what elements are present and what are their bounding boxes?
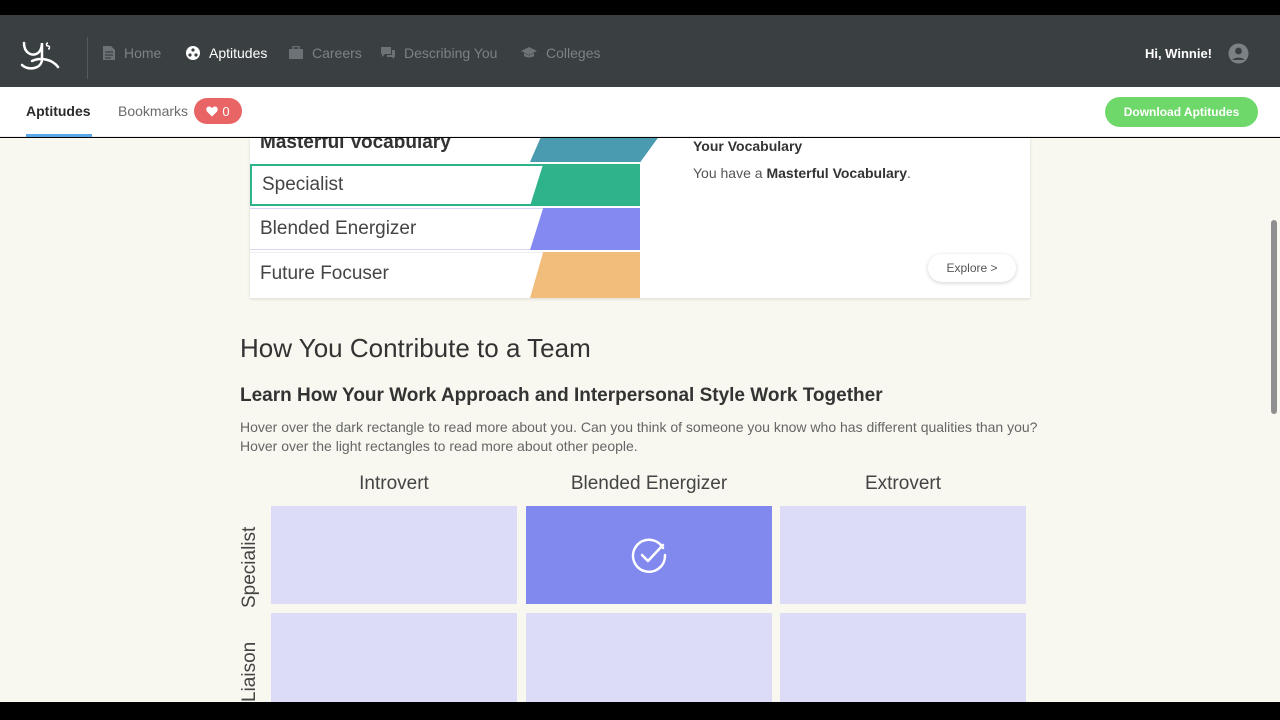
aptitude-label: Specialist [262, 174, 344, 195]
graduation-cap-icon [521, 47, 537, 58]
grid-cell[interactable] [780, 613, 1026, 702]
bookmark-count-badge[interactable]: 0 [194, 98, 242, 124]
nav-home-label: Home [124, 45, 162, 61]
aptitude-label: Future Focuser [260, 262, 389, 284]
scrollbar-thumb[interactable] [1271, 220, 1277, 414]
heart-icon [206, 106, 219, 116]
nav-describing-you-label: Describing You [404, 45, 498, 61]
nav-colleges[interactable]: Colleges [520, 43, 600, 63]
letterbox-bottom [0, 702, 1280, 720]
nav-home[interactable]: Home [102, 43, 161, 63]
column-label-extrovert: Extrovert [864, 473, 942, 494]
main-content: Masterful Vocabulary Specialist Blended … [0, 138, 1280, 702]
section-description: Hover over the dark rectangle to read mo… [240, 419, 1038, 454]
aptitude-color-bar [530, 138, 668, 162]
sub-navigation: Aptitudes Bookmarks 0 Download Aptitudes [0, 87, 1280, 137]
user-icon[interactable] [1228, 43, 1249, 64]
nav-describing-you[interactable]: Describing You [380, 43, 497, 63]
nav-divider [87, 37, 88, 79]
aptitude-color-bar [530, 252, 640, 298]
section-title: How You Contribute to a Team [240, 333, 591, 363]
check-circle-icon [631, 538, 667, 574]
aptitude-label: Blended Energizer [260, 218, 417, 239]
section-subtitle: Learn How Your Work Approach and Interpe… [240, 385, 883, 406]
aptitude-color-bar [530, 164, 640, 206]
document-icon [103, 46, 115, 60]
grid-cell[interactable] [780, 506, 1026, 604]
top-navigation: Home Aptitudes Careers Describing You Co… [0, 15, 1280, 87]
row-label-specialist: Specialist [239, 526, 260, 608]
grid-cell[interactable] [271, 613, 517, 702]
nav-colleges-label: Colleges [546, 45, 601, 61]
row-label-liaison: Liaison [239, 641, 260, 702]
grid-cell[interactable] [271, 506, 517, 604]
nav-careers-label: Careers [312, 45, 362, 61]
info-bold: Masterful Vocabulary [766, 165, 908, 181]
info-prefix: You have a [693, 165, 767, 181]
letterbox-top [0, 0, 1280, 15]
column-label-blended-energizer: Blended Energizer [570, 473, 728, 494]
column-label-introvert: Introvert [359, 473, 429, 494]
bookmark-count: 0 [222, 103, 230, 119]
download-aptitudes-button[interactable]: Download Aptitudes [1105, 97, 1258, 127]
nav-careers[interactable]: Careers [288, 43, 362, 63]
explore-button[interactable]: Explore > [928, 254, 1016, 282]
tab-aptitudes[interactable]: Aptitudes [26, 103, 91, 119]
aptitude-icon [186, 46, 200, 60]
info-suffix: . [907, 165, 911, 181]
grid-cell-selected[interactable] [526, 506, 772, 604]
tab-bookmarks[interactable]: Bookmarks [118, 103, 188, 119]
aptitude-card: Masterful Vocabulary Specialist Blended … [250, 138, 1030, 298]
logo[interactable] [18, 37, 64, 73]
grid-cell[interactable] [526, 613, 772, 702]
nav-aptitudes-label: Aptitudes [209, 45, 268, 61]
aptitude-label: Masterful Vocabulary [260, 138, 451, 153]
aptitude-color-bar [530, 208, 640, 250]
tab-aptitudes-underline [26, 134, 92, 137]
info-title: Your Vocabulary [693, 138, 803, 154]
info-text: You have a Masterful Vocabulary. [693, 165, 911, 181]
briefcase-icon [289, 46, 303, 59]
nav-aptitudes[interactable]: Aptitudes [185, 43, 267, 63]
chat-icon [381, 47, 395, 59]
greeting: Hi, Winnie! [1144, 46, 1212, 61]
